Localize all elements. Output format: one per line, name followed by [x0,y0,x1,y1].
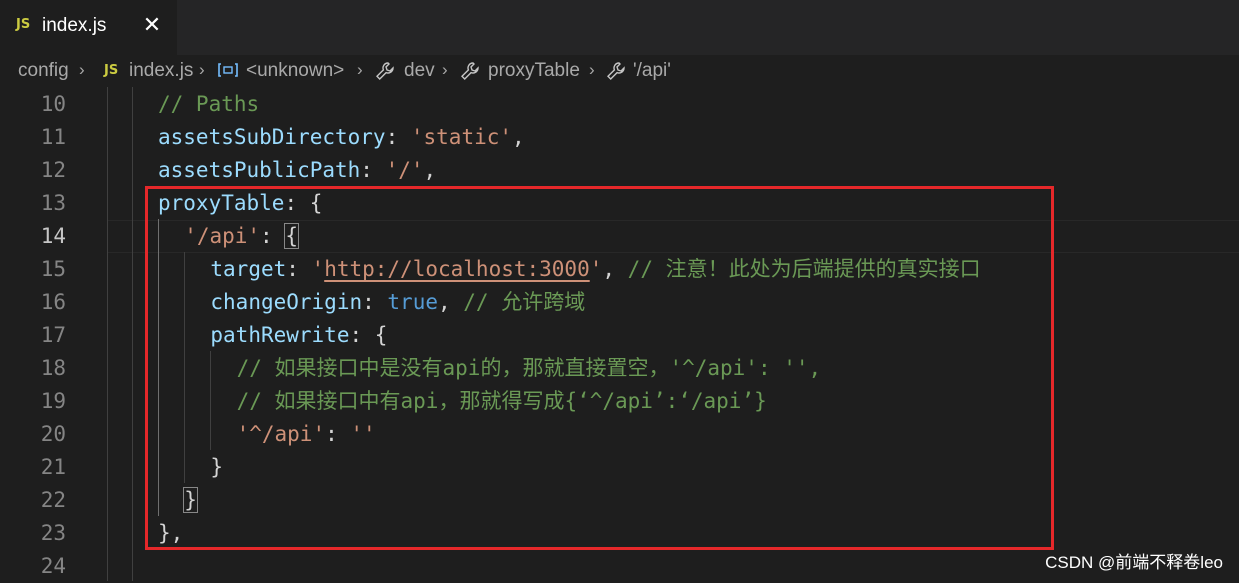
code-content: assetsSubDirectory: 'static', [158,121,525,154]
code-token: 'static' [410,125,513,149]
breadcrumb-file[interactable]: index.js [129,60,193,82]
close-icon[interactable]: ✕ [141,13,163,39]
code-line[interactable]: 10 // Paths [0,88,1239,121]
line-number: 24 [40,554,66,578]
code-content: // Paths [158,88,259,121]
code-token: assetsPublicPath [158,158,361,182]
line-number: 18 [40,356,66,380]
breadcrumb-api[interactable]: '/api' [633,60,671,82]
line-number: 10 [40,92,66,116]
breadcrumb-proxytable[interactable]: proxyTable [488,60,580,82]
code-token: , [512,125,525,149]
tab-label: index.js [42,15,107,36]
line-number: 12 [40,158,66,182]
chevron-right-icon: › [442,60,448,79]
line-number: 16 [40,290,66,314]
line-number: 14 [40,224,66,248]
line-number: 19 [40,389,66,413]
breadcrumb-unknown[interactable]: <unknown> [246,60,344,82]
code-token: // Paths [158,92,260,116]
code-token: , [423,158,437,182]
js-file-icon: JS [104,63,119,78]
variable-icon [217,61,239,85]
line-number: 15 [40,257,66,281]
chevron-right-icon: › [589,60,595,79]
code-content: assetsPublicPath: '/', [158,154,436,187]
line-number: 21 [40,455,66,479]
tab-index-js[interactable]: JS index.js ✕ [0,0,177,55]
wrench-icon [375,61,395,87]
line-number: 20 [40,422,66,446]
line-number: 17 [40,323,66,347]
line-number: 11 [40,125,66,149]
breadcrumb-folder[interactable]: config [18,60,69,82]
breadcrumb-dev[interactable]: dev [404,60,435,82]
wrench-icon [460,61,480,87]
tab-bar: JS index.js ✕ [0,0,1239,55]
code-token: '/' [385,158,424,182]
chevron-right-icon: › [79,60,85,79]
line-number: 23 [40,521,66,545]
line-number: 22 [40,488,66,512]
code-line[interactable]: 11 assetsSubDirectory: 'static', [0,121,1239,154]
breadcrumb: config › JS index.js › <unknown> › dev ›… [0,55,1239,87]
line-number: 13 [40,191,66,215]
js-file-icon: JS [16,17,31,32]
wrench-icon [606,61,626,87]
code-token: : [360,158,386,182]
annotation-highlight-box [145,186,1054,550]
watermark: CSDN @前端不释卷leo [1045,553,1223,572]
chevron-right-icon: › [357,60,363,79]
code-token: assetsSubDirectory [158,125,386,149]
code-line[interactable]: 12 assetsPublicPath: '/', [0,154,1239,187]
code-token: : [385,125,411,149]
chevron-right-icon: › [199,60,205,79]
